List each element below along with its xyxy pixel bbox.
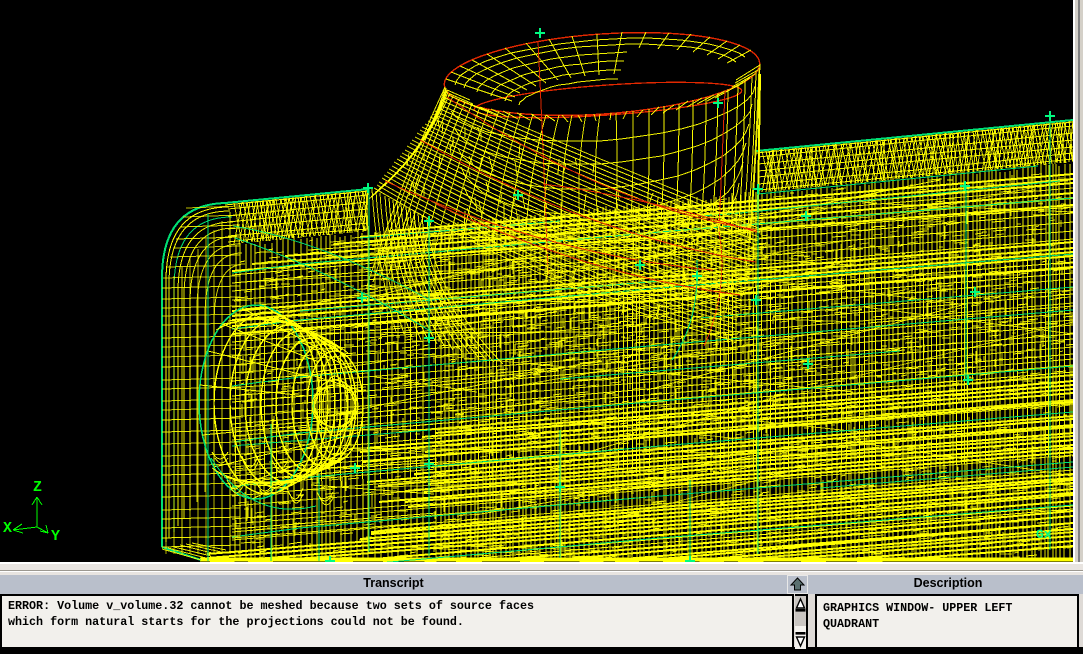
svg-text:X: X (3, 520, 12, 537)
svg-text:Gx: Gx (1036, 527, 1052, 542)
svg-text:Z: Z (33, 479, 42, 496)
svg-text:Y: Y (51, 528, 60, 545)
